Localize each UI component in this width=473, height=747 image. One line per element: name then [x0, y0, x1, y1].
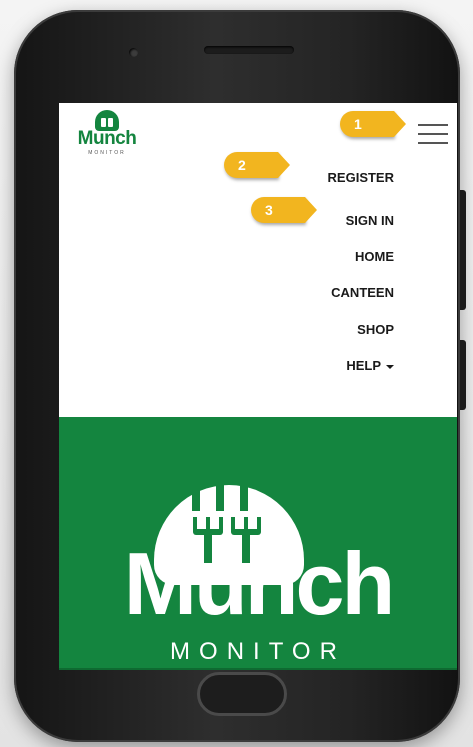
callout-badge-1: 1: [340, 111, 406, 137]
phone-screen: Munch MONITOR REGISTER SIGN IN HOME CANT…: [59, 103, 457, 670]
callout-number: 2: [238, 157, 246, 173]
hero-logo-bar: [240, 475, 248, 511]
front-camera: [129, 48, 138, 57]
caret-down-icon: [386, 364, 394, 369]
callout-badge-2: 2: [224, 152, 290, 178]
home-button[interactable]: [197, 672, 287, 716]
logo-wordmark: Munch: [77, 128, 137, 149]
callout-badge-3: 3: [251, 197, 317, 223]
nav-item-shop[interactable]: SHOP: [357, 322, 394, 338]
earpiece-speaker: [204, 46, 294, 54]
mockup-stage: Munch MONITOR REGISTER SIGN IN HOME CANT…: [0, 0, 473, 747]
hero-subtitle: MONITOR: [170, 638, 346, 665]
nav-item-help[interactable]: HELP: [346, 358, 394, 374]
header-logo[interactable]: Munch MONITOR: [67, 109, 147, 163]
volume-button: [460, 190, 466, 310]
callout-number: 1: [354, 116, 362, 132]
hero-divider: [59, 668, 457, 670]
hero-logo-bar: [216, 475, 224, 511]
nav-item-sign-in[interactable]: SIGN IN: [346, 213, 394, 229]
nav-item-help-label: HELP: [346, 358, 381, 373]
power-button: [460, 340, 466, 410]
hero-banner: Munch MONITOR: [59, 417, 457, 670]
callout-number: 3: [265, 202, 273, 218]
nav-item-home[interactable]: HOME: [355, 249, 394, 265]
nav-item-canteen[interactable]: CANTEEN: [331, 285, 394, 301]
hero-title: Munch: [123, 534, 396, 633]
nav-item-register[interactable]: REGISTER: [328, 170, 394, 186]
logo-tagline: MONITOR: [88, 150, 126, 156]
hero-logo-bar: [192, 475, 200, 511]
hamburger-menu-icon[interactable]: [416, 119, 450, 147]
